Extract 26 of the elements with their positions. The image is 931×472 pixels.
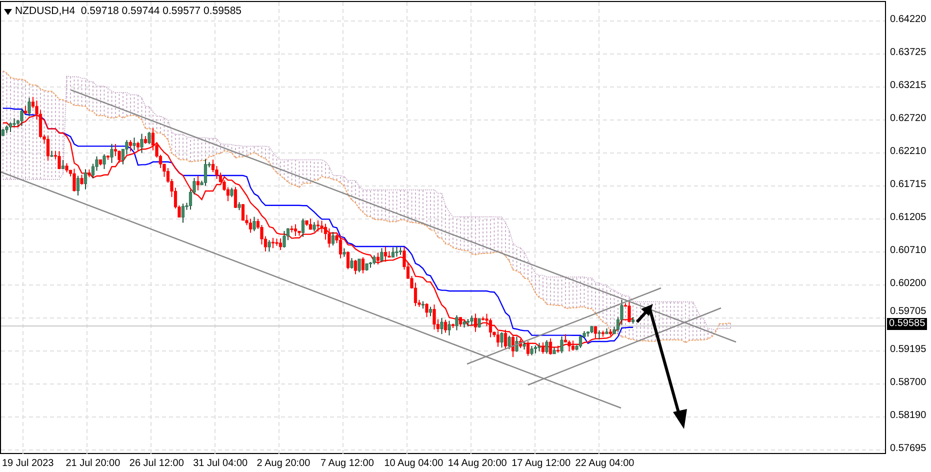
- time-label: 31 Jul 04:00: [193, 457, 248, 471]
- price-label: 0.59705: [890, 307, 926, 317]
- price-label: 0.62720: [890, 114, 926, 124]
- price-label: 0.62210: [890, 147, 926, 157]
- time-label: 7 Aug 12:00: [320, 457, 374, 471]
- price-label: 0.63725: [890, 48, 926, 58]
- price-label: 0.63215: [890, 81, 926, 91]
- current-price-badge: 0.59585: [887, 318, 928, 330]
- time-label: 21 Jul 20:00: [66, 457, 120, 471]
- price-label: 0.58190: [890, 411, 926, 421]
- price-label: 0.64220: [890, 15, 926, 25]
- price-label: 0.57695: [890, 444, 926, 454]
- chart-title: NZDUSD,H4 0.59718 0.59744 0.59577 0.59585: [15, 4, 242, 19]
- price-label: 0.60200: [890, 279, 926, 289]
- time-label: 14 Aug 20:00: [448, 457, 507, 471]
- price-label: 0.58700: [890, 378, 926, 388]
- time-label: 17 Aug 12:00: [512, 457, 571, 471]
- time-label: 10 Aug 04:00: [384, 457, 444, 471]
- time-label: 26 Jul 12:00: [129, 457, 184, 471]
- time-label: 22 Aug 04:00: [575, 457, 634, 471]
- price-label: 0.60710: [890, 246, 926, 256]
- price-label: 0.61205: [890, 213, 926, 223]
- time-label: 2 Aug 20:00: [256, 457, 310, 471]
- price-label: 0.59195: [890, 345, 926, 355]
- time-label: 19 Jul 2023: [2, 457, 54, 471]
- price-label: 0.61715: [890, 180, 926, 190]
